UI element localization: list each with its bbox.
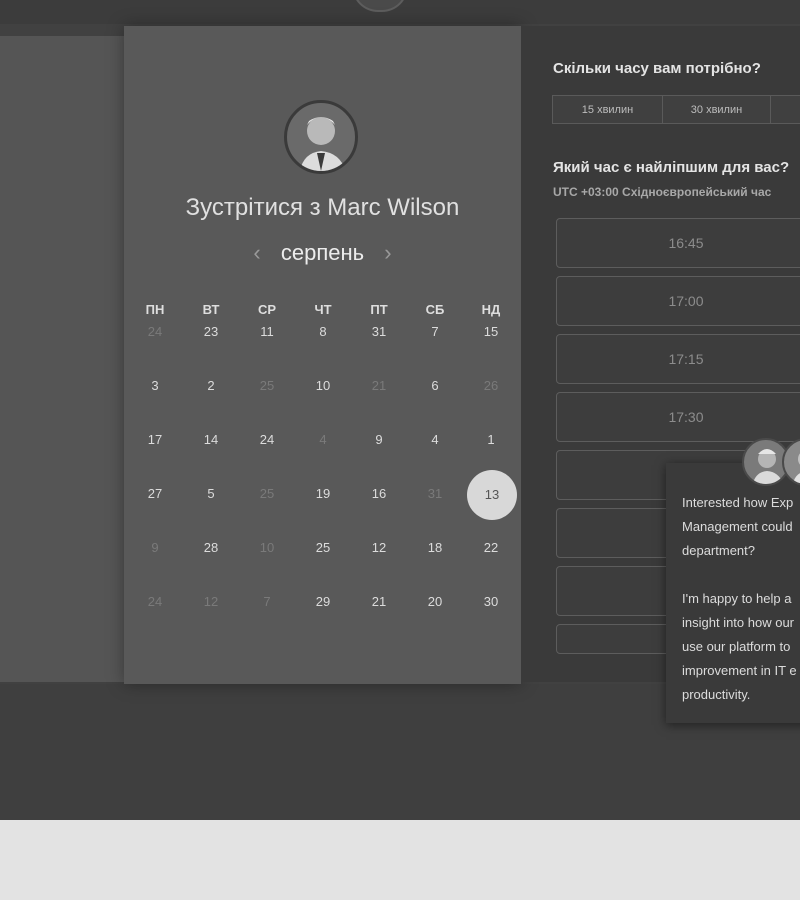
- meeting-title: Зустрітися з Marc Wilson: [185, 194, 460, 221]
- calendar-day[interactable]: 20: [411, 578, 459, 626]
- calendar-panel: Зустрітися з Marc Wilson ‹ серпень › ПН …: [124, 26, 521, 684]
- calendar-day: 12: [203, 594, 219, 609]
- calendar-day[interactable]: 30: [467, 578, 515, 626]
- calendar-day[interactable]: 1: [467, 416, 515, 464]
- calendar-day: 9: [151, 540, 159, 555]
- calendar-day: 25: [259, 486, 275, 501]
- calendar-day[interactable]: 19: [299, 470, 347, 518]
- time-slot-button[interactable]: 17:30: [556, 392, 800, 442]
- duration-option-more[interactable]: [770, 95, 800, 124]
- person-icon: [299, 117, 346, 171]
- time-slot-button[interactable]: 17:15: [556, 334, 800, 384]
- calendar-day[interactable]: 9: [355, 416, 403, 464]
- time-slot-button[interactable]: 16:45: [556, 218, 800, 268]
- calendar-day[interactable]: 8: [299, 308, 347, 356]
- page-background: Зустрітися з Marc Wilson ‹ серпень › ПН …: [0, 0, 800, 820]
- chat-message: Interested how Exp Management could depa…: [682, 495, 797, 702]
- calendar-day: 31: [427, 486, 443, 501]
- time-question: Який час є найліпшим для вас?: [553, 159, 790, 176]
- calendar-day: 25: [259, 378, 275, 393]
- timezone-label: UTC +03:00 Східноєвропейський час: [553, 185, 772, 199]
- calendar-day[interactable]: 22: [467, 524, 515, 572]
- selected-day[interactable]: 13: [467, 470, 517, 520]
- prev-month-icon[interactable]: ‹: [253, 240, 260, 266]
- calendar-day[interactable]: 11: [243, 308, 291, 356]
- calendar-day[interactable]: 18: [411, 524, 459, 572]
- calendar-day[interactable]: 10: [299, 362, 347, 410]
- calendar-day: 26: [483, 378, 499, 393]
- calendar-day[interactable]: 23: [187, 308, 235, 356]
- time-slot-button[interactable]: 17:00: [556, 276, 800, 326]
- calendar-day: 21: [371, 378, 387, 393]
- calendar-day[interactable]: 12: [355, 524, 403, 572]
- chat-popup[interactable]: Interested how Exp Management could depa…: [666, 463, 800, 723]
- left-backdrop: [0, 36, 124, 682]
- calendar-day[interactable]: 27: [131, 470, 179, 518]
- calendar-day[interactable]: 4: [411, 416, 459, 464]
- calendar-day[interactable]: 31: [355, 308, 403, 356]
- calendar-day: 24: [147, 594, 163, 609]
- calendar-day[interactable]: 6: [411, 362, 459, 410]
- calendar-day: 10: [259, 540, 275, 555]
- calendar-day: 4: [319, 432, 327, 447]
- calendar-day[interactable]: 28: [187, 524, 235, 572]
- duration-option-30[interactable]: 30 хвилин: [662, 95, 771, 124]
- calendar-day[interactable]: 7: [411, 308, 459, 356]
- calendar-day: 24: [147, 324, 163, 339]
- calendar-day[interactable]: 3: [131, 362, 179, 410]
- calendar-day[interactable]: 14: [187, 416, 235, 464]
- month-navigation: ‹ серпень ›: [124, 240, 521, 266]
- duration-question: Скільки часу вам потрібно?: [553, 60, 761, 77]
- calendar-day[interactable]: 17: [131, 416, 179, 464]
- host-avatar: [284, 100, 358, 174]
- next-month-icon[interactable]: ›: [384, 240, 391, 266]
- calendar-day[interactable]: 16: [355, 470, 403, 518]
- month-label: серпень: [280, 240, 365, 265]
- calendar-day[interactable]: 24: [243, 416, 291, 464]
- logo-icon: [352, 0, 408, 12]
- calendar-day[interactable]: 29: [299, 578, 347, 626]
- calendar-day[interactable]: 15: [467, 308, 515, 356]
- calendar-day[interactable]: 2: [187, 362, 235, 410]
- calendar-day[interactable]: 5: [187, 470, 235, 518]
- top-bar: [0, 0, 800, 24]
- duration-option-15[interactable]: 15 хвилин: [552, 95, 663, 124]
- calendar-day[interactable]: 25: [299, 524, 347, 572]
- calendar-day: 7: [263, 594, 271, 609]
- calendar-day[interactable]: 21: [355, 578, 403, 626]
